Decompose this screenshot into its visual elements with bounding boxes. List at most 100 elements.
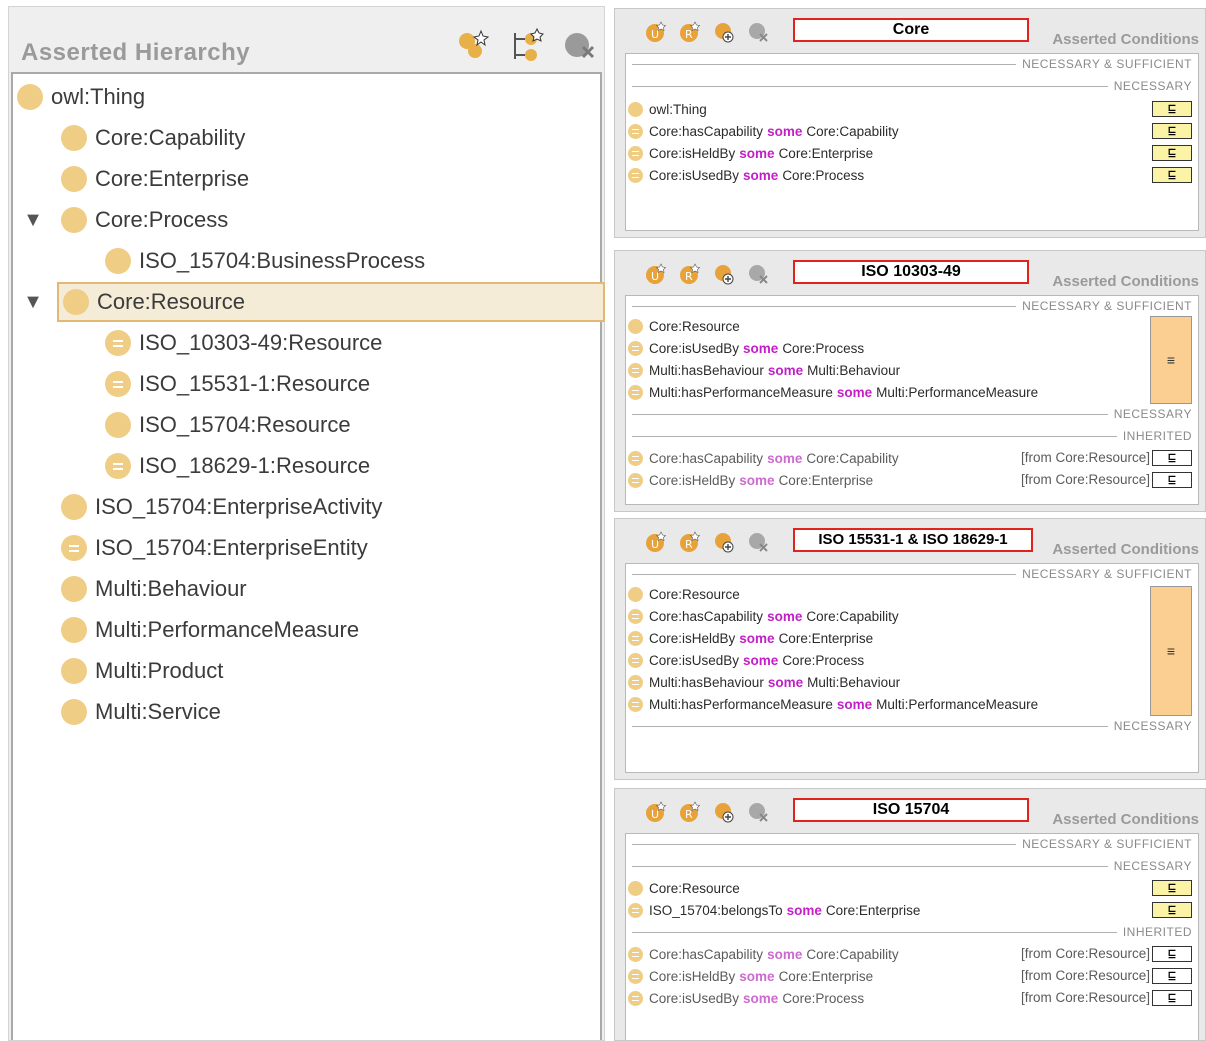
condition-row[interactable]: Core:Resource (628, 584, 740, 604)
condition-row[interactable]: Core:isUsedBy some Core:Process (628, 650, 864, 670)
condition-row[interactable]: Multi:hasBehaviour some Multi:Behaviour (628, 360, 900, 380)
inherited-condition-row[interactable]: Core:isHeldBy some Core:Enterprise (628, 470, 873, 490)
condition-row[interactable]: owl:Thing (628, 99, 707, 119)
inherited-condition-row[interactable]: Core:isHeldBy some Core:Enterprise (628, 966, 873, 986)
inherited-from-label: [from Core:Resource] (1020, 450, 1150, 465)
add-subclass-icon[interactable] (455, 27, 491, 63)
add-necessary-icon[interactable]: U (645, 21, 667, 43)
delete-condition-icon[interactable] (747, 801, 769, 823)
restriction-icon (628, 362, 643, 378)
restriction-icon (628, 340, 643, 356)
restriction-icon (628, 145, 643, 161)
subclass-button[interactable]: ⊑ (1152, 145, 1192, 161)
collapse-toggle-icon[interactable]: ▼ (23, 209, 43, 232)
panel-label: ISO 10303-49 (793, 260, 1029, 284)
delete-class-icon[interactable] (561, 27, 597, 63)
add-restriction-icon[interactable]: R (679, 21, 701, 43)
defined-class-icon (61, 535, 87, 561)
class-icon (105, 248, 131, 274)
condition-row[interactable]: ISO_15704:belongsTo some Core:Enterprise (628, 900, 920, 920)
conditions-list: NECESSARY & SUFFICIENT ≡ Core:Resource C… (625, 295, 1199, 505)
condition-row[interactable]: Core:isHeldBy some Core:Enterprise (628, 143, 873, 163)
tree-node-multi-behaviour[interactable]: Multi:Behaviour (61, 572, 247, 606)
condition-row[interactable]: Core:isUsedBy some Core:Process (628, 338, 864, 358)
subclass-button[interactable]: ⊑ (1152, 990, 1192, 1006)
subclass-button[interactable]: ⊑ (1152, 946, 1192, 962)
tree-node-iso15704-businessprocess[interactable]: ISO_15704:BusinessProcess (105, 244, 425, 278)
tree-node-core-process[interactable]: Core:Process (61, 203, 228, 237)
subclass-button[interactable]: ⊑ (1152, 167, 1192, 183)
tree-node-iso10303-resource[interactable]: ISO_10303-49:Resource (105, 326, 382, 360)
class-icon (61, 207, 87, 233)
inherited-condition-row[interactable]: Core:isUsedBy some Core:Process (628, 988, 864, 1008)
subclass-button[interactable]: ⊑ (1152, 880, 1192, 896)
delete-condition-icon[interactable] (747, 21, 769, 43)
inherited-condition-row[interactable]: Core:hasCapability some Core:Capability (628, 944, 899, 964)
add-restriction-icon[interactable]: R (679, 263, 701, 285)
restriction-icon (628, 630, 643, 646)
tree-node-multi-service[interactable]: Multi:Service (61, 695, 221, 729)
panel-label: ISO 15704 (793, 798, 1029, 822)
tree-node-iso15704-enterpriseactivity[interactable]: ISO_15704:EnterpriseActivity (61, 490, 382, 524)
subclass-button[interactable]: ⊑ (1152, 968, 1192, 984)
tree-node-core-resource[interactable]: Core:Resource (57, 282, 605, 322)
add-necessary-icon[interactable]: U (645, 263, 667, 285)
panel-label: Core (793, 18, 1029, 42)
subclass-button[interactable]: ⊑ (1152, 101, 1192, 117)
panel-title: Asserted Conditions (1052, 811, 1199, 828)
tree-node-core-capability[interactable]: Core:Capability (61, 121, 245, 155)
class-icon (628, 101, 643, 117)
panel-toolbar: U R ISO 10303-49 Asserted Conditions (615, 251, 1205, 295)
condition-row[interactable]: Core:isUsedBy some Core:Process (628, 165, 864, 185)
section-necessary-sufficient: NECESSARY & SUFFICIENT (626, 566, 1192, 582)
tree-node-multi-performancemeasure[interactable]: Multi:PerformanceMeasure (61, 613, 359, 647)
add-class-icon[interactable] (713, 531, 735, 553)
condition-row[interactable]: Core:hasCapability some Core:Capability (628, 121, 899, 141)
condition-row[interactable]: Multi:hasPerformanceMeasure some Multi:Per… (628, 694, 1038, 714)
condition-row[interactable]: Core:isHeldBy some Core:Enterprise (628, 628, 873, 648)
condition-row[interactable]: Multi:hasPerformanceMeasure some Multi:Per… (628, 382, 1038, 402)
tree-node-iso15704-enterpriseentity[interactable]: ISO_15704:EnterpriseEntity (61, 531, 368, 565)
delete-condition-icon[interactable] (747, 531, 769, 553)
delete-condition-icon[interactable] (747, 263, 769, 285)
add-necessary-icon[interactable]: U (645, 531, 667, 553)
restriction-icon (628, 450, 643, 466)
collapse-toggle-icon[interactable]: ▼ (23, 291, 43, 314)
add-class-icon[interactable] (713, 801, 735, 823)
tree-node-multi-product[interactable]: Multi:Product (61, 654, 223, 688)
panel-toolbar: U R Core Asserted Conditions (615, 9, 1205, 53)
inherited-condition-row[interactable]: Core:hasCapability some Core:Capability (628, 448, 899, 468)
add-sibling-icon[interactable] (509, 27, 545, 63)
class-icon (61, 617, 87, 643)
panel-label: ISO 15531-1 & ISO 18629-1 (793, 528, 1033, 552)
tree-node-core-enterprise[interactable]: Core:Enterprise (61, 162, 249, 196)
subclass-button[interactable]: ⊑ (1152, 902, 1192, 918)
restriction-icon (628, 674, 643, 690)
add-restriction-icon[interactable]: R (679, 531, 701, 553)
section-necessary: NECESSARY (626, 78, 1192, 94)
restriction-icon (628, 696, 643, 712)
tree-node-iso15704-resource[interactable]: ISO_15704:Resource (105, 408, 351, 442)
subclass-button[interactable]: ⊑ (1152, 123, 1192, 139)
class-icon (61, 494, 87, 520)
tree-node-iso18629-resource[interactable]: ISO_18629-1:Resource (105, 449, 370, 483)
condition-row[interactable]: Multi:hasBehaviour some Multi:Behaviour (628, 672, 900, 692)
tree-node-owl-thing[interactable]: owl:Thing (17, 80, 145, 114)
subclass-button[interactable]: ⊑ (1152, 450, 1192, 466)
tree-node-iso15531-resource[interactable]: ISO_15531-1:Resource (105, 367, 370, 401)
add-necessary-icon[interactable]: U (645, 801, 667, 823)
equivalent-class-button[interactable]: ≡ (1150, 586, 1192, 716)
condition-row[interactable]: Core:hasCapability some Core:Capability (628, 606, 899, 626)
class-tree: owl:Thing Core:Capability Core:Enterpris… (11, 72, 605, 1040)
equivalent-class-button[interactable]: ≡ (1150, 316, 1192, 404)
add-class-icon[interactable] (713, 263, 735, 285)
condition-row[interactable]: Core:Resource (628, 316, 740, 336)
class-icon (628, 880, 643, 896)
add-restriction-icon[interactable]: R (679, 801, 701, 823)
defined-class-icon (105, 330, 131, 356)
condition-row[interactable]: Core:Resource (628, 878, 740, 898)
add-class-icon[interactable] (713, 21, 735, 43)
section-necessary-sufficient: NECESSARY & SUFFICIENT (626, 56, 1192, 72)
subclass-button[interactable]: ⊑ (1152, 472, 1192, 488)
class-icon (61, 166, 87, 192)
